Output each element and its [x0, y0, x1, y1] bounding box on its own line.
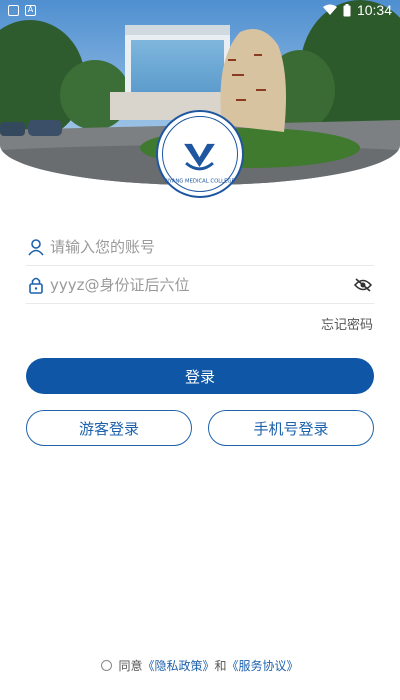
user-icon	[26, 237, 46, 257]
phone-login-button[interactable]: 手机号登录	[208, 410, 374, 446]
battery-icon	[343, 3, 351, 16]
wifi-icon	[322, 4, 337, 15]
agreement-and: 和	[214, 659, 227, 673]
sim-icon	[8, 4, 19, 16]
logo-emblem: YIYANG MEDICAL COLLEGE	[162, 116, 238, 192]
guest-login-button[interactable]: 游客登录	[26, 410, 192, 446]
college-logo: YIYANG MEDICAL COLLEGE	[156, 110, 244, 198]
status-right: 10:34	[322, 2, 392, 18]
agreement-row: 同意 《隐私政策》 和 《服务协议》	[0, 657, 400, 674]
service-agreement-link[interactable]: 《服务协议》	[227, 657, 299, 674]
password-input[interactable]	[50, 275, 352, 294]
agreement-radio[interactable]	[101, 660, 113, 671]
login-button[interactable]: 登录	[26, 358, 374, 394]
lock-icon	[26, 275, 46, 295]
status-bar: A 10:34	[0, 0, 400, 20]
logo-text: YIYANG MEDICAL COLLEGE	[163, 178, 235, 184]
agreement-prefix: 同意	[118, 659, 143, 673]
logo-mark-icon: YIYANG MEDICAL COLLEGE	[163, 143, 235, 184]
status-time: 10:34	[356, 2, 392, 18]
account-input[interactable]	[50, 237, 374, 256]
password-field	[26, 266, 374, 304]
privacy-policy-link[interactable]: 《隐私政策》	[142, 657, 214, 674]
account-field	[26, 228, 374, 266]
forgot-password-link[interactable]: 忘记密码	[321, 314, 373, 333]
toggle-password-visibility-icon[interactable]	[352, 274, 374, 296]
status-left: A	[8, 4, 36, 16]
a-notification-icon: A	[25, 4, 36, 16]
